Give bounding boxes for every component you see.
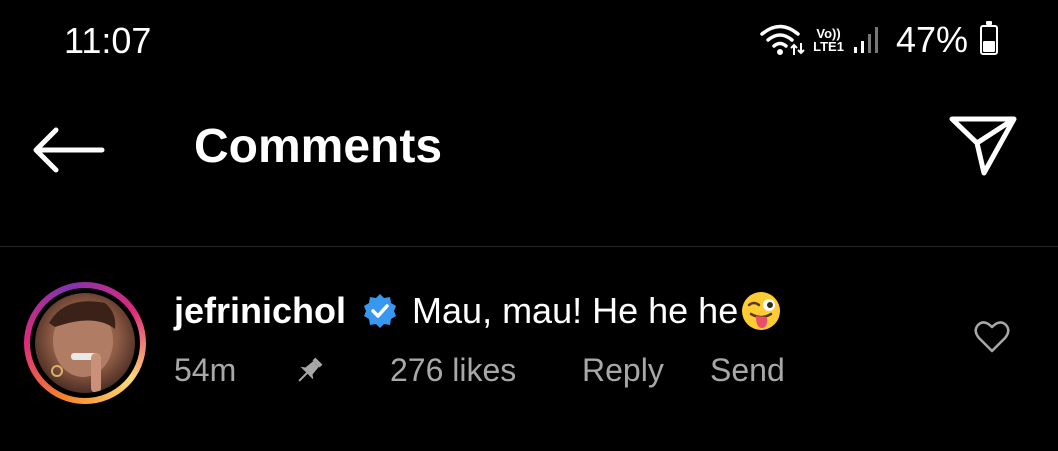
header: Comments (0, 95, 1058, 200)
signal-icon (853, 27, 878, 53)
comment-line: jefrinichol Mau, mau! He he he (174, 290, 782, 332)
avatar-photo (49, 301, 116, 393)
battery-percent: 47% (895, 19, 968, 60)
lte-label: LTE1 (813, 39, 844, 54)
battery-icon (980, 21, 998, 55)
header-divider (0, 246, 1058, 247)
status-icons: Vo)) LTE1 47% (759, 19, 998, 60)
verified-badge-icon (364, 294, 397, 328)
back-button[interactable] (30, 125, 106, 175)
arrow-left-icon (33, 127, 105, 173)
story-ring[interactable] (24, 282, 146, 404)
reply-button[interactable]: Reply (582, 352, 710, 389)
heart-outline-icon (974, 321, 1010, 353)
avatar (35, 293, 135, 393)
page-title: Comments (194, 120, 443, 173)
comment-body: Mau, mau! He he he (412, 290, 739, 331)
send-button[interactable]: Send (710, 352, 785, 389)
paper-plane-icon (949, 116, 1017, 176)
status-time: 11:07 (64, 20, 152, 61)
comment-time: 54m (174, 352, 237, 388)
avatar-gap (30, 288, 140, 398)
winking-face-with-tongue-icon (742, 292, 781, 330)
like-button[interactable] (974, 320, 1010, 354)
share-button[interactable] (948, 115, 1018, 177)
comment-item: jefrinichol Mau, mau! He he he 54m 276 l… (0, 270, 1058, 420)
battery-fill (983, 40, 995, 52)
likes-count[interactable]: 276 likes (390, 352, 582, 389)
wifi-icon (760, 24, 805, 55)
comment-username[interactable]: jefrinichol (174, 290, 346, 332)
comment-meta: 54m 276 likes Reply Send (174, 352, 785, 389)
status-bar: 11:07 Vo)) LTE1 47% (0, 0, 1058, 80)
pin-icon (298, 357, 323, 382)
volte-indicator: Vo)) LTE1 (813, 27, 844, 53)
